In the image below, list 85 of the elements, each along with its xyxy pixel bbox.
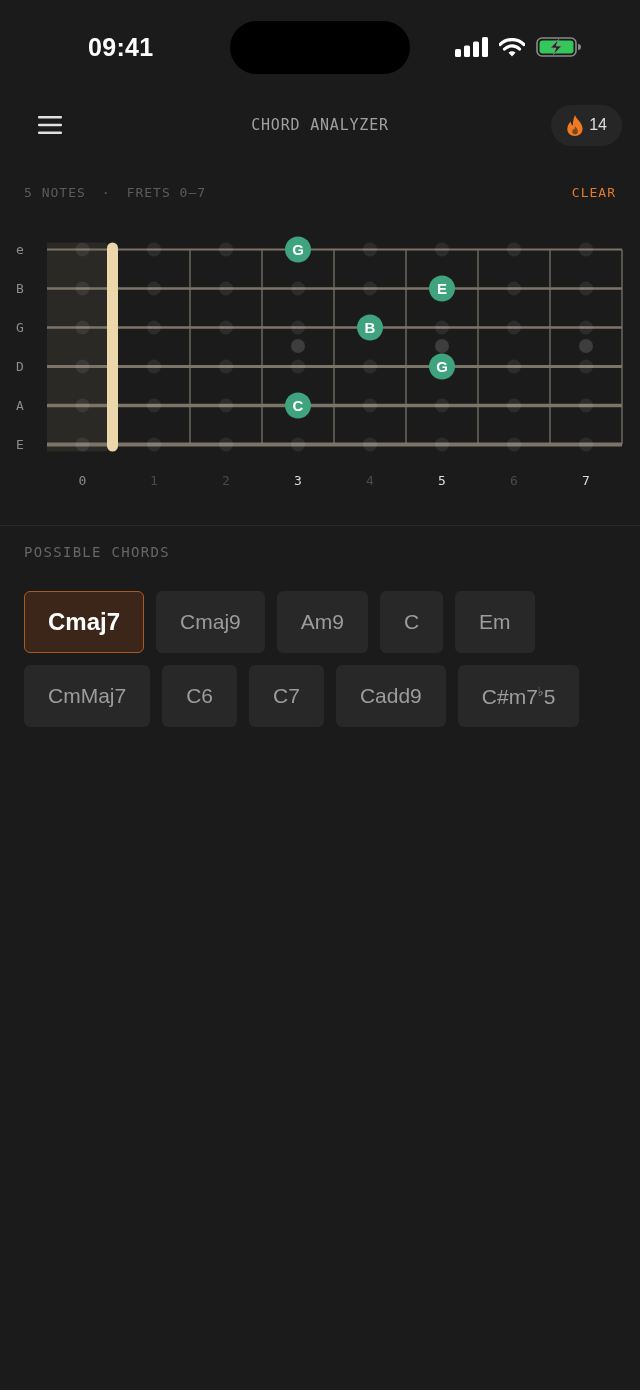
inlay-dot-icon xyxy=(435,339,449,353)
fret-position-dot-icon[interactable] xyxy=(507,242,521,257)
clear-button[interactable]: CLEAR xyxy=(571,184,616,200)
string-label: E xyxy=(16,437,24,452)
menu-icon[interactable] xyxy=(38,116,62,134)
note-marker[interactable]: E xyxy=(429,275,455,302)
fret-position-dot-icon[interactable] xyxy=(75,242,90,257)
fret-position-dot-icon[interactable] xyxy=(579,437,593,452)
fret-range: FRETS 0–7 xyxy=(126,184,207,200)
fret-position-dot-icon[interactable] xyxy=(579,320,593,335)
fret-position-dot-icon[interactable] xyxy=(75,320,90,335)
streak-count: 14 xyxy=(589,116,607,134)
fret-position-dot-icon[interactable] xyxy=(435,320,449,335)
chord-chip[interactable]: C6 xyxy=(162,665,238,727)
string-label: B xyxy=(16,281,24,296)
chord-chip[interactable]: C#m7$^{♭}$5 xyxy=(457,665,580,727)
string-label: D xyxy=(16,359,24,374)
fret-position-dot-icon[interactable] xyxy=(363,398,377,413)
fret-position-dot-icon[interactable] xyxy=(147,242,161,257)
fret-number: 5 xyxy=(438,472,446,488)
fret-position-dot-icon[interactable] xyxy=(291,359,305,374)
fret-position-dot-icon[interactable] xyxy=(219,320,233,335)
note-marker[interactable]: B xyxy=(357,314,383,341)
fret-position-dot-icon[interactable] xyxy=(147,437,161,452)
note-marker[interactable]: G xyxy=(285,236,311,263)
fret-position-dot-icon[interactable] xyxy=(219,359,233,374)
fret-position-dot-icon[interactable] xyxy=(435,437,449,452)
chord-chip[interactable]: Cmaj9 xyxy=(156,591,265,653)
fret-position-dot-icon[interactable] xyxy=(75,398,90,413)
fret-position-dot-icon[interactable] xyxy=(579,398,593,413)
chord-chip[interactable]: Em xyxy=(455,591,535,653)
fret-position-dot-icon[interactable] xyxy=(579,359,593,374)
fret-position-dot-icon[interactable] xyxy=(147,281,161,296)
fret-position-dot-icon[interactable] xyxy=(507,437,521,452)
separator-dot: · xyxy=(101,184,111,200)
fret-position-dot-icon[interactable] xyxy=(507,359,521,374)
fret-position-dot-icon[interactable] xyxy=(219,281,233,296)
fret-position-dot-icon[interactable] xyxy=(291,437,305,452)
chord-chip[interactable]: C7 xyxy=(249,665,324,727)
fret-position-dot-icon[interactable] xyxy=(363,437,377,452)
note-marker[interactable]: C xyxy=(285,392,311,419)
fret-position-dot-icon[interactable] xyxy=(435,242,449,257)
chord-chip[interactable]: CmMaj7 xyxy=(24,665,151,727)
fret-position-dot-icon[interactable] xyxy=(435,398,449,413)
fret-position-dot-icon[interactable] xyxy=(75,359,90,374)
fret-position-dot-icon[interactable] xyxy=(507,398,521,413)
status-time: 09:41 xyxy=(88,34,154,60)
fret-position-dot-icon[interactable] xyxy=(219,437,233,452)
screen-title: CHORD ANALYZER xyxy=(251,116,389,134)
fret-position-dot-icon[interactable] xyxy=(579,242,593,257)
fret-position-dot-icon[interactable] xyxy=(363,281,377,296)
string-label: G xyxy=(16,320,24,335)
note-count: 5 NOTES xyxy=(24,184,86,200)
string-label: e xyxy=(16,242,24,257)
fret-position-dot-icon[interactable] xyxy=(363,242,377,257)
string-label: A xyxy=(16,398,24,413)
fret-position-dot-icon[interactable] xyxy=(147,320,161,335)
fret-position-dot-icon[interactable] xyxy=(291,281,305,296)
chord-chip[interactable]: Cmaj7 xyxy=(24,591,145,653)
fret-position-dot-icon[interactable] xyxy=(219,242,233,257)
fret-position-dot-icon[interactable] xyxy=(579,281,593,296)
fret-number: 3 xyxy=(294,472,302,488)
streak-badge[interactable]: 14 xyxy=(551,104,622,146)
fret-position-dot-icon[interactable] xyxy=(507,320,521,335)
fret-position-dot-icon[interactable] xyxy=(75,281,90,296)
fret-position-dot-icon[interactable] xyxy=(219,398,233,413)
note-marker[interactable]: G xyxy=(429,353,455,380)
fret-position-dot-icon[interactable] xyxy=(507,281,521,296)
battery-charging-icon xyxy=(536,37,581,57)
fret-number: 0 xyxy=(78,472,87,488)
wifi-icon xyxy=(499,37,525,57)
signal-icon xyxy=(455,37,488,57)
chord-chip[interactable]: Cadd9 xyxy=(335,665,446,727)
inlay-dot-icon xyxy=(579,339,593,353)
fret-number: 7 xyxy=(582,472,590,488)
section-title: POSSIBLE CHORDS xyxy=(24,544,170,560)
flame-icon xyxy=(567,114,584,136)
fret-position-dot-icon[interactable] xyxy=(75,437,90,452)
fret-position-dot-icon[interactable] xyxy=(147,359,161,374)
fret-position-dot-icon[interactable] xyxy=(291,320,305,335)
chord-chip[interactable]: C xyxy=(379,591,444,653)
fret-position-dot-icon[interactable] xyxy=(363,359,377,374)
inlay-dot-icon xyxy=(291,339,305,353)
fret-position-dot-icon[interactable] xyxy=(147,398,161,413)
chord-chip[interactable]: Am9 xyxy=(276,591,368,653)
